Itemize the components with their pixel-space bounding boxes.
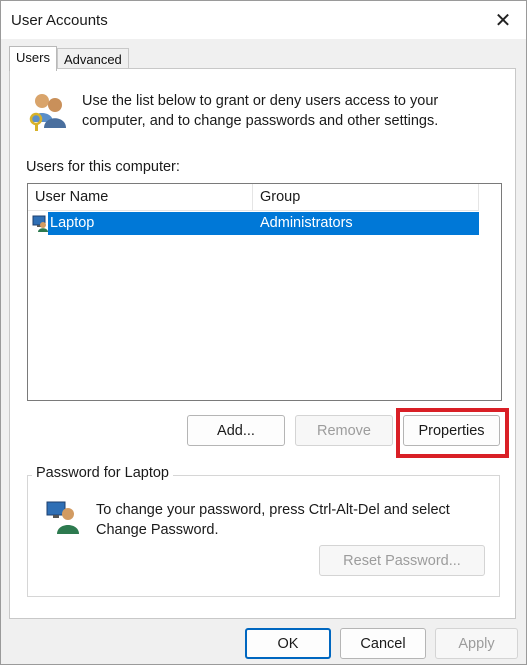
- user-computer-icon: [32, 215, 48, 232]
- password-instructions: To change your password, press Ctrl-Alt-…: [96, 502, 450, 538]
- user-name-cell: Laptop: [50, 215, 95, 231]
- title-bar: User Accounts ✕: [1, 1, 526, 39]
- tab-strip: Users Advanced: [9, 46, 129, 71]
- close-icon[interactable]: ✕: [480, 1, 526, 39]
- table-row[interactable]: Laptop Administrators: [48, 212, 479, 235]
- group-cell: Administrators: [260, 215, 353, 231]
- users-list-label: Users for this computer:: [26, 159, 180, 175]
- remove-button[interactable]: Remove: [295, 415, 393, 446]
- tab-users[interactable]: Users: [9, 46, 57, 71]
- column-header-group[interactable]: Group: [253, 184, 479, 210]
- add-button[interactable]: Add...: [187, 415, 285, 446]
- properties-button[interactable]: Properties: [403, 415, 500, 446]
- users-tab-panel: Use the list below to grant or deny user…: [9, 68, 516, 619]
- users-listview[interactable]: User Name Group Laptop Administrators: [27, 183, 502, 401]
- password-groupbox-title: Password for Laptop: [32, 465, 173, 481]
- tab-advanced[interactable]: Advanced: [56, 48, 129, 70]
- reset-password-button[interactable]: Reset Password...: [319, 545, 485, 576]
- ok-button[interactable]: OK: [245, 628, 331, 659]
- column-header-user-name[interactable]: User Name: [28, 184, 253, 210]
- users-keys-icon: [29, 94, 66, 131]
- user-password-icon: [46, 501, 79, 534]
- window-title: User Accounts: [11, 12, 108, 29]
- cancel-button[interactable]: Cancel: [340, 628, 426, 659]
- intro-text: Use the list below to grant or deny user…: [82, 93, 439, 129]
- listview-header: User Name Group: [28, 184, 479, 211]
- apply-button[interactable]: Apply: [435, 628, 518, 659]
